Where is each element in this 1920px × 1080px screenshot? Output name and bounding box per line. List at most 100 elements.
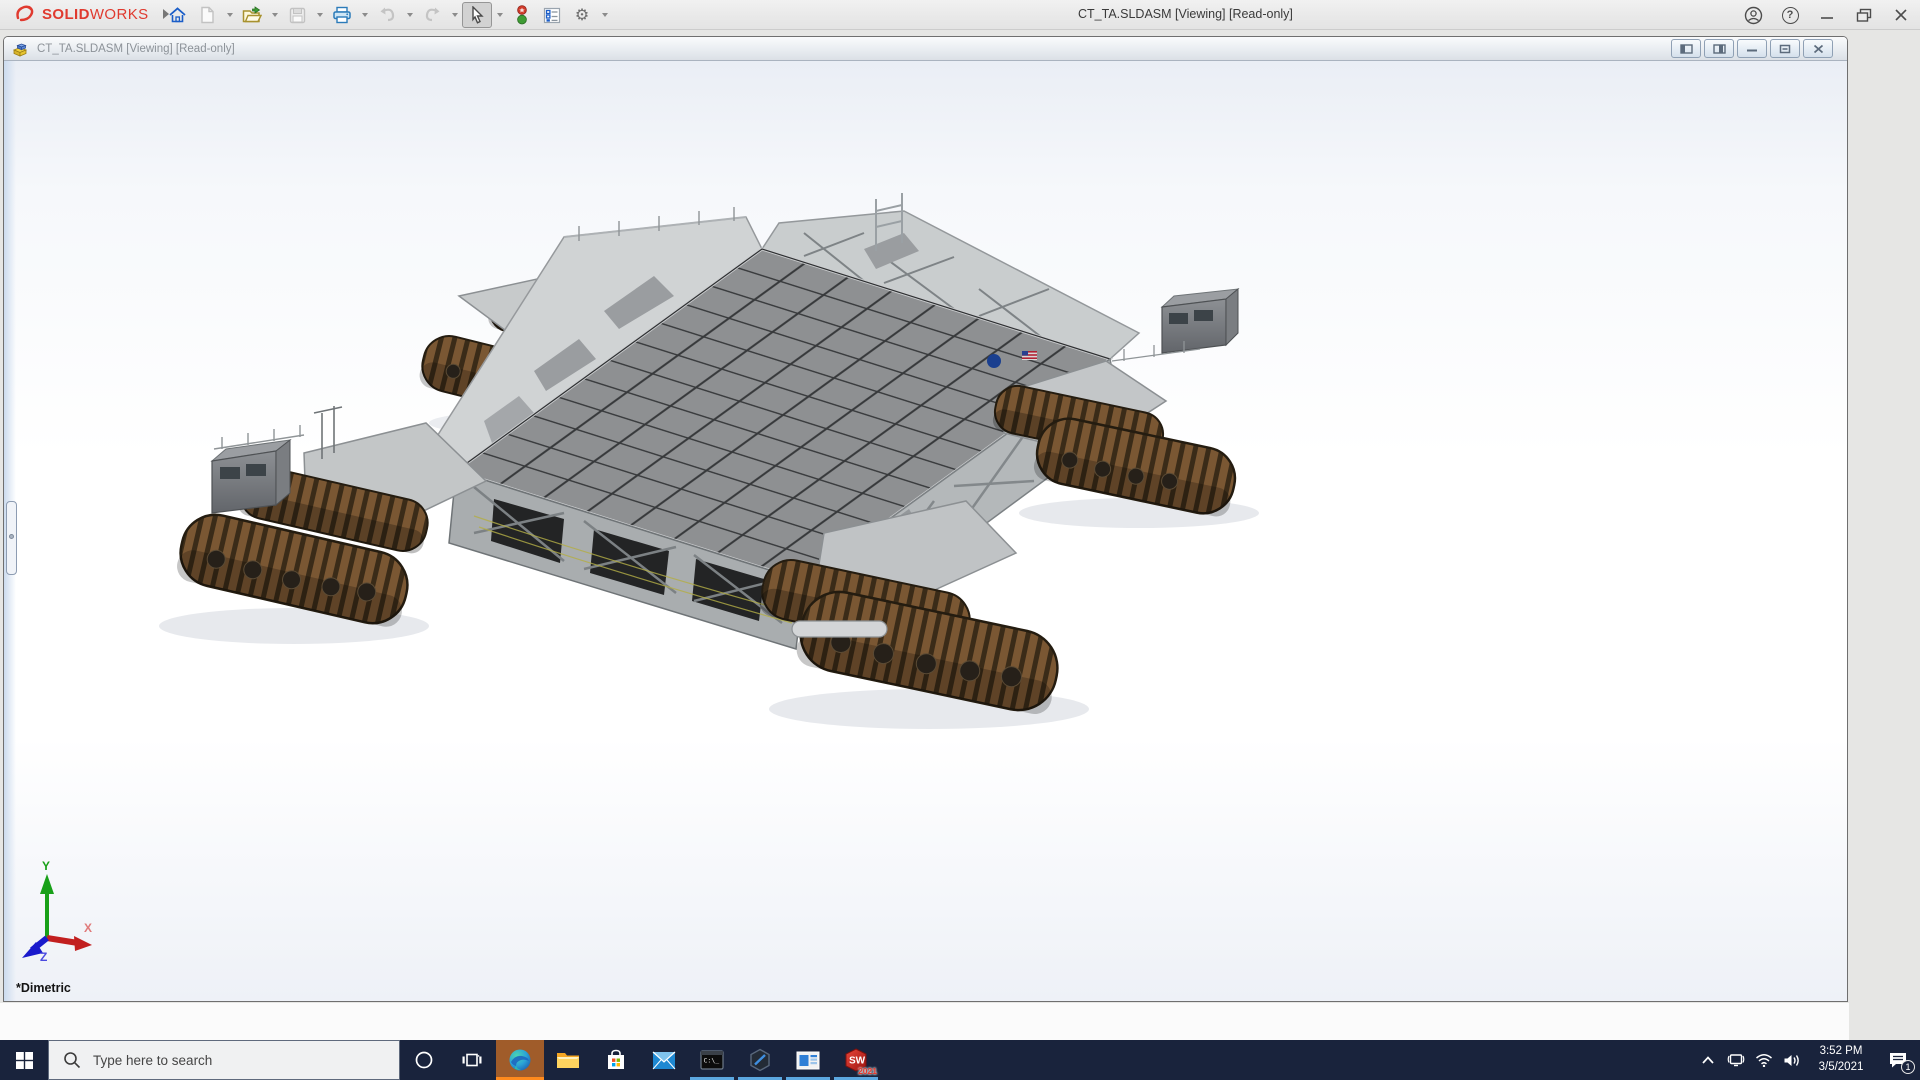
property-list-icon — [543, 7, 561, 24]
dassault-3ds-icon — [14, 3, 36, 25]
taskbar-item-cortana[interactable] — [400, 1040, 448, 1080]
options-button[interactable]: ⚙ — [567, 2, 597, 28]
chevron-up-icon — [1701, 1055, 1715, 1065]
gear-icon: ⚙ — [575, 7, 589, 23]
tray-wifi-button[interactable] — [1750, 1040, 1778, 1080]
search-icon — [63, 1051, 81, 1069]
solidworks-letters: SW — [849, 1056, 866, 1067]
action-center-button[interactable]: 1 — [1876, 1040, 1920, 1080]
restore-button[interactable] — [1853, 4, 1875, 26]
left-cab[interactable] — [212, 440, 290, 513]
tray-hidden-icons-button[interactable] — [1694, 1040, 1722, 1080]
help-button[interactable]: ? — [1779, 4, 1801, 26]
triad-z-label: Z — [40, 950, 47, 964]
pane-left-icon — [1680, 44, 1693, 54]
feature-pane-splitter[interactable] — [6, 501, 17, 575]
volume-icon — [1783, 1053, 1801, 1068]
rebuild-indicator-button[interactable] — [507, 2, 537, 28]
taskbar-item-edge[interactable] — [496, 1040, 544, 1080]
search-input[interactable] — [93, 1041, 393, 1079]
desktop: SOLIDWORKS — [0, 0, 1920, 1080]
solidworks-year-badge: 2021 — [858, 1066, 877, 1076]
solidworks-logo: SOLIDWORKS — [14, 3, 169, 25]
restore-icon — [1856, 8, 1872, 23]
task-view-icon — [462, 1050, 482, 1070]
open-dropdown[interactable] — [267, 2, 282, 28]
active-document-title: CT_TA.SLDASM [Viewing] [Read-only] — [1078, 7, 1293, 21]
start-button[interactable] — [0, 1040, 48, 1080]
account-button[interactable] — [1742, 4, 1764, 26]
traffic-light-icon — [516, 5, 528, 25]
taskbar-item-file-explorer[interactable] — [544, 1040, 592, 1080]
mail-icon — [652, 1051, 676, 1070]
x-axis-arrow[interactable] — [74, 936, 92, 951]
graphics-viewport[interactable]: Y X Z *Dimetric — [4, 61, 1847, 1001]
triad-x-label: X — [84, 921, 92, 935]
doc-minimize-button[interactable] — [1737, 39, 1767, 58]
redo-dropdown[interactable] — [447, 2, 462, 28]
save-dropdown[interactable] — [312, 2, 327, 28]
select-tool-dropdown[interactable] — [492, 2, 507, 28]
right-cab[interactable] — [1162, 289, 1238, 353]
windows-logo-icon — [16, 1052, 33, 1069]
close-icon — [1894, 8, 1908, 22]
print-button[interactable] — [327, 2, 357, 28]
truck-front-left[interactable] — [174, 406, 486, 630]
quick-access-toolbar: ⚙ — [162, 0, 612, 30]
document-window-controls — [1671, 39, 1833, 58]
taskbar-item-terminal[interactable]: C:\_ — [688, 1040, 736, 1080]
collapse-left-pane-button[interactable] — [1671, 39, 1701, 58]
taskbar-item-solidworks[interactable]: SW 2021 — [832, 1040, 880, 1080]
open-folder-icon — [242, 6, 262, 24]
print-dropdown[interactable] — [357, 2, 372, 28]
app-background-right — [1849, 30, 1920, 1040]
expand-right-pane-button[interactable] — [1704, 39, 1734, 58]
taskbar-item-store[interactable] — [592, 1040, 640, 1080]
select-cursor-icon — [470, 6, 485, 24]
orientation-triad[interactable]: Y X Z — [20, 858, 100, 975]
undo-button[interactable] — [372, 2, 402, 28]
taskbar-item-task-view[interactable] — [448, 1040, 496, 1080]
save-floppy-icon — [289, 7, 306, 24]
account-icon — [1744, 6, 1763, 25]
doc-close-button[interactable] — [1803, 39, 1833, 58]
close-button[interactable] — [1890, 4, 1912, 26]
pane-right-icon — [1713, 44, 1726, 54]
print-icon — [332, 6, 352, 24]
tablet-device-icon — [1727, 1053, 1745, 1067]
home-button[interactable] — [162, 2, 192, 28]
tray-clock[interactable]: 3:52 PM 3/5/2021 — [1806, 1044, 1876, 1075]
undo-arrow-icon — [378, 7, 397, 23]
new-document-button[interactable] — [192, 2, 222, 28]
app-titlebar: SOLIDWORKS — [0, 0, 1920, 30]
taskbar-item-mail[interactable] — [640, 1040, 688, 1080]
taskbar-item-hexagon-app[interactable] — [736, 1040, 784, 1080]
save-button[interactable] — [282, 2, 312, 28]
doc-minimize-icon — [1746, 44, 1758, 53]
taskbar-search[interactable] — [48, 1040, 400, 1080]
tray-volume-button[interactable] — [1778, 1040, 1806, 1080]
taskbar-item-window-app[interactable] — [784, 1040, 832, 1080]
options-dropdown[interactable] — [597, 2, 612, 28]
system-tray: 3:52 PM 3/5/2021 1 — [1694, 1040, 1920, 1080]
hexagon-app-icon — [748, 1048, 772, 1072]
document-titlebar[interactable]: CT_TA.SLDASM [Viewing] [Read-only] — [4, 37, 1847, 61]
view-orientation-label: *Dimetric — [16, 981, 71, 995]
edge-icon — [508, 1048, 532, 1072]
property-list-button[interactable] — [537, 2, 567, 28]
minimize-icon — [1820, 8, 1834, 22]
y-axis-arrow[interactable] — [40, 874, 54, 894]
crawler-transporter-model[interactable] — [4, 61, 1847, 1001]
new-document-dropdown[interactable] — [222, 2, 237, 28]
doc-restore-button[interactable] — [1770, 39, 1800, 58]
open-button[interactable] — [237, 2, 267, 28]
minimize-button[interactable] — [1816, 4, 1838, 26]
tray-time: 3:52 PM — [1806, 1044, 1876, 1060]
tray-device-button[interactable] — [1722, 1040, 1750, 1080]
window-controls: ? — [1742, 0, 1912, 30]
terminal-icon: C:\_ — [700, 1050, 724, 1070]
select-tool-button[interactable] — [462, 2, 492, 28]
redo-button[interactable] — [417, 2, 447, 28]
cortana-icon — [414, 1050, 434, 1070]
undo-dropdown[interactable] — [402, 2, 417, 28]
